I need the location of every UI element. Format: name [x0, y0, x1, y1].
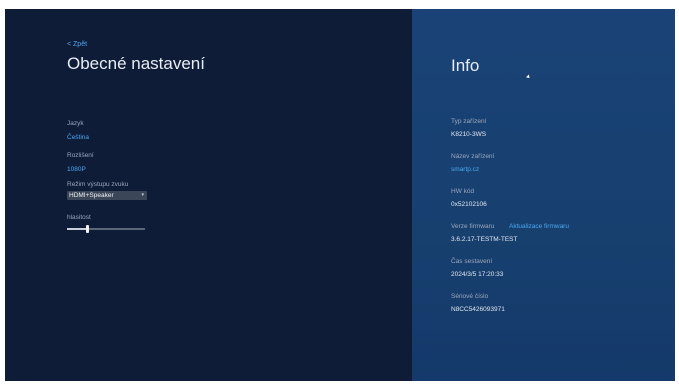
- resolution-label: Rozlišení: [67, 152, 94, 159]
- device-type-label: Typ zařízení: [451, 118, 487, 125]
- firmware-update-link[interactable]: Aktualizace firmwaru: [509, 223, 569, 230]
- firmware-value: 3.6.2.17-TESTM-TEST: [451, 236, 518, 243]
- audio-output-select[interactable]: HDMI+Speaker ▾: [67, 191, 147, 200]
- audio-output-value: HDMI+Speaker: [69, 192, 114, 199]
- chevron-down-icon: ▾: [141, 192, 144, 198]
- volume-slider-fill: [67, 228, 87, 230]
- volume-slider-thumb[interactable]: [85, 225, 89, 233]
- hw-code-value: 0x52102106: [451, 201, 487, 208]
- info-title: Info: [451, 56, 480, 75]
- firmware-label: Verze firmwaru: [451, 223, 495, 230]
- info-panel: Info Typ zařízení K8210-3WS Název zaříze…: [412, 9, 675, 381]
- volume-label: hlasitost: [67, 214, 91, 221]
- mouse-cursor-icon: [526, 74, 531, 80]
- serial-value: N8CC5426093971: [451, 306, 505, 313]
- audio-output-label: Režim výstupu zvuku: [67, 181, 129, 188]
- build-time-label: Čas sestavení: [451, 258, 493, 265]
- back-link[interactable]: < Zpět: [67, 41, 87, 48]
- settings-screen: < Zpět Obecné nastavení Jazyk Čeština Ro…: [5, 9, 675, 381]
- page-title: Obecné nastavení: [67, 54, 205, 73]
- build-time-value: 2024/3/5 17:20:33: [451, 271, 504, 278]
- language-value[interactable]: Čeština: [67, 134, 89, 141]
- volume-slider[interactable]: [67, 225, 145, 233]
- device-name-label: Název zařízení: [451, 153, 495, 160]
- language-label: Jazyk: [67, 120, 84, 127]
- device-name-value[interactable]: smartp.cz: [451, 166, 479, 173]
- serial-label: Sériové číslo: [451, 293, 489, 300]
- hw-code-label: HW kód: [451, 188, 475, 195]
- device-type-value: K8210-3WS: [451, 131, 487, 138]
- resolution-value[interactable]: 1080P: [67, 166, 86, 173]
- general-settings-panel: < Zpět Obecné nastavení Jazyk Čeština Ro…: [5, 9, 412, 381]
